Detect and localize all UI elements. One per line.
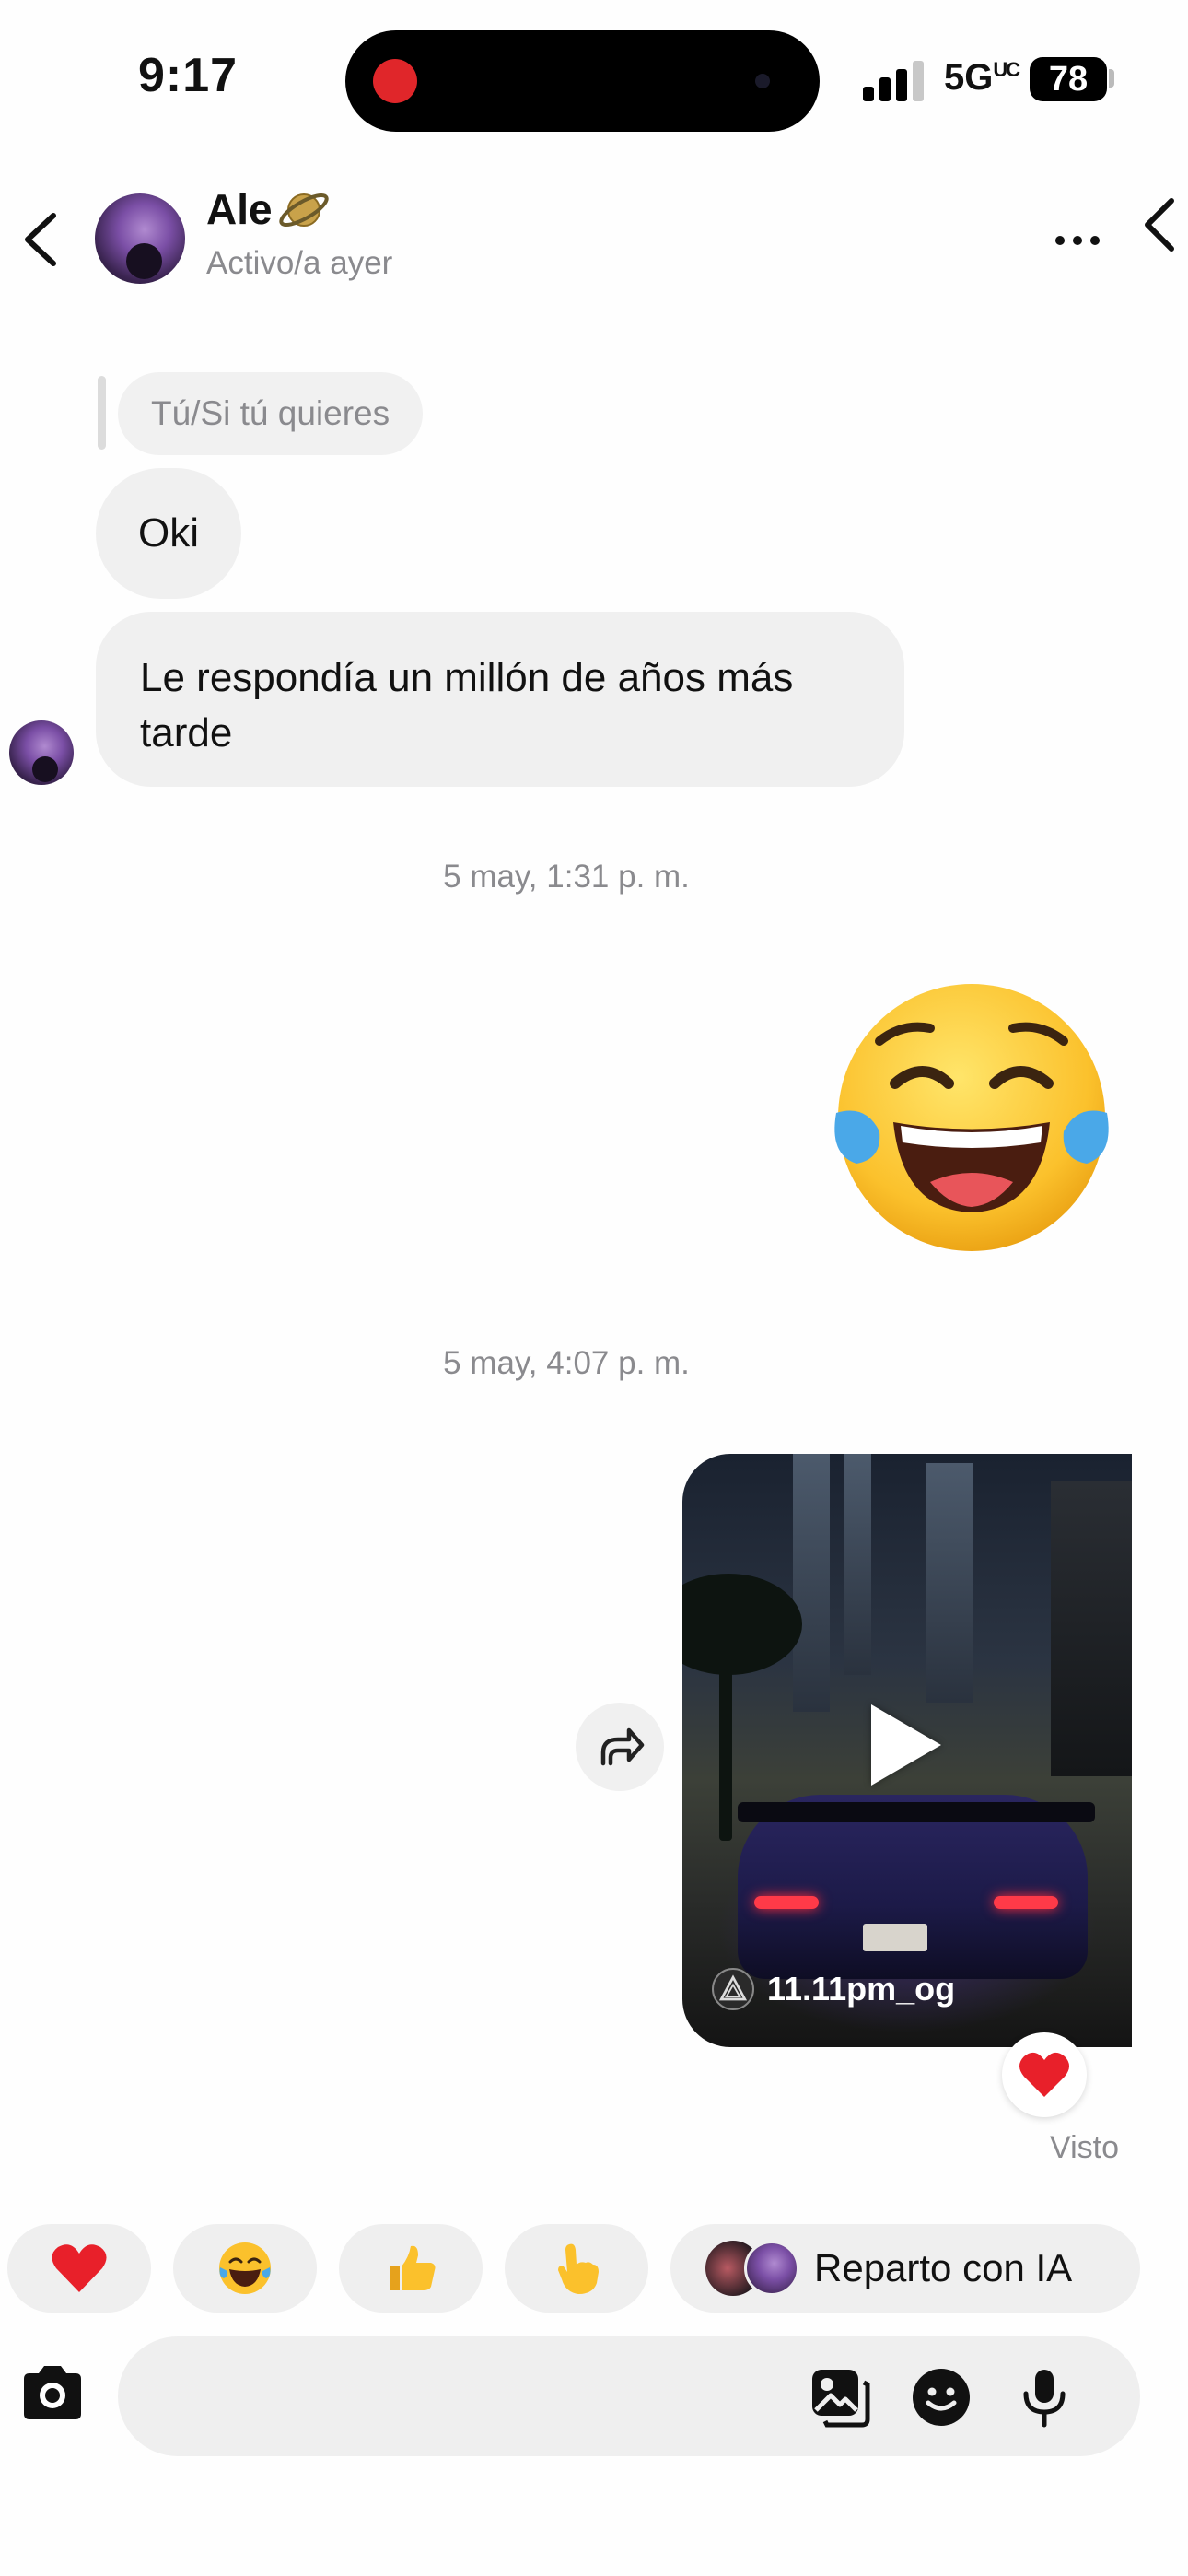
video-car-taillight bbox=[994, 1896, 1058, 1909]
more-options-icon[interactable] bbox=[1050, 221, 1105, 249]
sender-avatar[interactable] bbox=[9, 720, 74, 785]
share-arrow-icon bbox=[600, 1727, 645, 1766]
message-input[interactable] bbox=[118, 2336, 1140, 2456]
shared-video-card[interactable]: 11.11pm_og bbox=[682, 1454, 1132, 2047]
ringed-planet-icon bbox=[279, 193, 329, 228]
quick-reaction-thumbs-up[interactable] bbox=[339, 2224, 483, 2313]
reply-quote-bar bbox=[98, 376, 106, 450]
sticker-icon[interactable] bbox=[910, 2366, 973, 2429]
video-building bbox=[793, 1454, 830, 1712]
side-panel-chevron-icon[interactable] bbox=[1135, 195, 1188, 254]
quick-reaction-laugh[interactable] bbox=[173, 2224, 317, 2313]
play-icon[interactable] bbox=[871, 1704, 941, 1786]
incoming-message[interactable]: Le respondía un millón de años más tarde bbox=[96, 612, 904, 787]
video-building bbox=[844, 1454, 871, 1675]
seen-receipt: Visto bbox=[1050, 2130, 1119, 2165]
status-time: 9:17 bbox=[138, 49, 239, 102]
thumbs-up-icon bbox=[390, 2245, 436, 2290]
pointing-hand-icon bbox=[558, 2243, 599, 2294]
video-author-avatar bbox=[712, 1968, 754, 2010]
video-palm-tree bbox=[719, 1657, 732, 1841]
ai-cast-label: Reparto con IA bbox=[814, 2246, 1073, 2289]
signal-strength-icon bbox=[863, 61, 926, 101]
quick-reaction-pointing[interactable] bbox=[505, 2224, 648, 2313]
contact-avatar[interactable] bbox=[95, 193, 185, 284]
reply-quote-bubble[interactable]: Tú/Si tú quieres bbox=[118, 372, 424, 455]
back-icon[interactable] bbox=[17, 210, 66, 269]
contact-activity-status: Activo/a ayer bbox=[206, 245, 393, 281]
recording-indicator-icon bbox=[373, 59, 417, 103]
battery-cap bbox=[1109, 69, 1114, 88]
message-reaction[interactable] bbox=[1002, 2032, 1087, 2117]
video-car-spoiler bbox=[738, 1802, 1095, 1822]
contact-name[interactable]: Ale bbox=[206, 184, 273, 234]
video-author-name[interactable]: 11.11pm_og bbox=[767, 1968, 955, 2010]
video-building bbox=[1051, 1481, 1132, 1776]
gallery-icon[interactable] bbox=[809, 2366, 871, 2429]
incoming-message[interactable]: Oki bbox=[96, 468, 241, 599]
heart-icon bbox=[1019, 2052, 1069, 2097]
front-camera bbox=[755, 74, 770, 88]
avatar-figure bbox=[31, 755, 58, 782]
video-building bbox=[926, 1463, 973, 1703]
network-type: 5GUC bbox=[944, 57, 1020, 98]
avatar-figure bbox=[126, 242, 163, 280]
share-button[interactable] bbox=[576, 1703, 664, 1791]
quick-reaction-heart[interactable] bbox=[7, 2224, 151, 2313]
heart-icon bbox=[52, 2244, 107, 2292]
video-car bbox=[738, 1795, 1088, 1979]
video-car-plate bbox=[863, 1924, 927, 1951]
ai-character-avatar bbox=[744, 2241, 799, 2296]
battery-icon: 78 bbox=[1030, 57, 1107, 101]
face-with-tears-of-joy-icon[interactable] bbox=[829, 975, 1114, 1260]
message-timestamp: 5 may, 1:31 p. m. bbox=[443, 859, 690, 895]
video-car-taillight bbox=[754, 1896, 819, 1909]
camera-icon[interactable] bbox=[18, 2359, 87, 2427]
face-with-tears-of-joy-icon bbox=[219, 2242, 271, 2294]
ai-cast-chip[interactable]: Reparto con IA bbox=[670, 2224, 1140, 2313]
microphone-icon[interactable] bbox=[1013, 2366, 1076, 2429]
message-timestamp: 5 may, 4:07 p. m. bbox=[443, 1345, 690, 1381]
video-palm-tree bbox=[682, 1574, 802, 1675]
